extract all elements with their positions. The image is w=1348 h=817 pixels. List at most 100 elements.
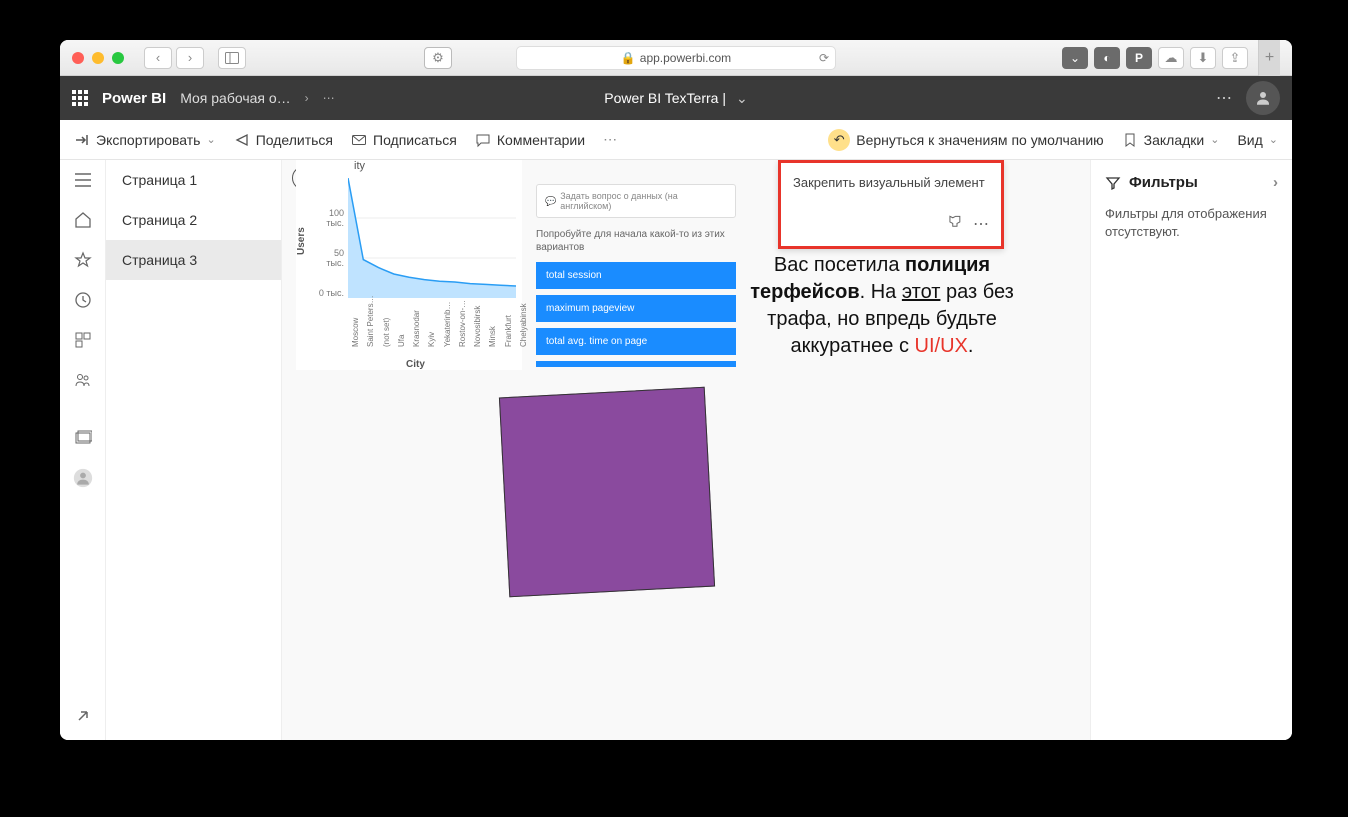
ytick-1: 50 тыс.	[314, 248, 344, 268]
maximize-window-button[interactable]	[112, 52, 124, 64]
xtick: Moscow	[351, 318, 360, 347]
extension-button-2[interactable]: ◐	[1094, 47, 1120, 69]
chevron-down-icon: ⌄	[1210, 133, 1219, 146]
qna-suggestion-more[interactable]	[536, 361, 736, 367]
hamburger-menu-button[interactable]	[73, 170, 93, 190]
filter-icon	[1105, 175, 1121, 191]
xtick: Saint Peters…	[366, 295, 375, 347]
qna-try-label: Попробуйте для начала какой-то из этих в…	[536, 228, 736, 254]
close-window-button[interactable]	[72, 52, 84, 64]
ytick-2: 100 тыс.	[314, 208, 344, 228]
app-launcher-button[interactable]	[72, 90, 88, 106]
pocket-icon: ⌄	[1070, 51, 1080, 65]
minimize-window-button[interactable]	[92, 52, 104, 64]
xtick: Frankfurt	[504, 315, 513, 347]
nav-back-button[interactable]: ‹	[144, 47, 172, 69]
qna-suggestion-2[interactable]: maximum pageview	[536, 295, 736, 322]
xtick: Minsk	[488, 326, 497, 347]
xtick: (not set)	[382, 318, 391, 347]
header-more-icon[interactable]: ⋯	[1216, 88, 1232, 108]
report-title: Power BI TexTerra |	[604, 90, 726, 106]
toolbar-more-icon[interactable]: ⋯	[603, 131, 617, 148]
url-host: app.powerbi.com	[640, 51, 731, 65]
filters-pane: Фильтры › Фильтры для отображения отсутс…	[1090, 160, 1292, 740]
reset-to-default-button[interactable]: ↶ Вернуться к значениям по умолчанию	[828, 129, 1103, 151]
subscribe-button[interactable]: Подписаться	[351, 132, 457, 148]
cloud-icon: ☁︎	[1165, 50, 1178, 66]
pinterest-icon: P	[1135, 51, 1143, 65]
home-nav-button[interactable]	[73, 210, 93, 230]
share-icon: ⇪	[1230, 50, 1241, 66]
settings-gear-button[interactable]: ⚙︎	[424, 47, 452, 69]
page-tab-1[interactable]: Страница 1	[106, 160, 281, 200]
report-dropdown-icon[interactable]: ⌄	[736, 90, 748, 107]
browser-titlebar: ‹ › ⚙︎ 🔒 app.powerbi.com ⟳ ⌄ ◐ P ☁︎ ⬇︎ ⇪…	[60, 40, 1292, 76]
qna-visual[interactable]: 💬 Задать вопрос о данных (на английском)…	[536, 184, 736, 373]
page-list: Страница 1 Страница 2 Страница 3	[106, 160, 282, 740]
bookmarks-button[interactable]: Закладки ⌄	[1122, 132, 1220, 148]
bookmark-icon	[1122, 132, 1138, 148]
xtick: Novosibirsk	[473, 306, 482, 347]
pin-tooltip-title: Закрепить визуальный элемент	[793, 175, 989, 190]
workspaces-nav-button[interactable]	[73, 428, 93, 448]
brand-label: Power BI	[102, 90, 166, 107]
chart-title: ity	[354, 160, 365, 172]
shared-nav-button[interactable]	[73, 370, 93, 390]
share-report-button[interactable]: Поделиться	[234, 132, 333, 148]
collapse-filters-icon[interactable]: ›	[1273, 174, 1278, 191]
filters-empty-message: Фильтры для отображения отсутствуют.	[1105, 205, 1278, 241]
chevron-down-icon: ⌄	[1269, 133, 1278, 146]
undo-icon: ↶	[828, 129, 850, 151]
reload-icon[interactable]: ⟳	[819, 51, 829, 65]
qna-suggestion-1[interactable]: total session	[536, 262, 736, 289]
page-tab-3[interactable]: Страница 3	[106, 240, 281, 280]
pinterest-extension-button[interactable]: P	[1126, 47, 1152, 69]
page-tab-2[interactable]: Страница 2	[106, 200, 281, 240]
apps-nav-button[interactable]	[73, 330, 93, 350]
icloud-button[interactable]: ☁︎	[1158, 47, 1184, 69]
workspace-breadcrumb[interactable]: Моя рабочая о…	[180, 90, 290, 106]
pin-more-icon[interactable]: ⋯	[973, 214, 989, 234]
pin-icon[interactable]	[949, 214, 965, 234]
share-button[interactable]: ⇪	[1222, 47, 1248, 69]
purple-shape-visual[interactable]	[499, 387, 715, 598]
report-canvas: ← ity Users City 0 тыс. 50 тыс. 100 тыс.…	[282, 160, 1090, 740]
xtick: Ufa	[397, 335, 406, 347]
downloads-button[interactable]: ⬇︎	[1190, 47, 1216, 69]
xtick: Chelyabinsk	[519, 303, 528, 347]
person-icon	[1254, 89, 1272, 107]
mail-icon	[351, 132, 367, 148]
more-breadcrumb-icon[interactable]: ⋯	[323, 91, 335, 105]
xtick: Krasnodar	[412, 310, 421, 347]
pocket-extension-button[interactable]: ⌄	[1062, 47, 1088, 69]
chart-ylabel: Users	[296, 227, 307, 255]
new-tab-button[interactable]: +	[1258, 40, 1280, 76]
xtick: Yekaterinb…	[443, 301, 452, 347]
xtick: Rostov-on-…	[458, 300, 467, 347]
favorites-nav-button[interactable]	[73, 250, 93, 270]
app-header: Power BI Моя рабочая о… › ⋯ Power BI Tex…	[60, 76, 1292, 120]
view-button[interactable]: Вид ⌄	[1237, 132, 1278, 148]
export-icon	[74, 132, 90, 148]
profile-nav-button[interactable]	[73, 468, 93, 488]
comment-icon: 💬	[545, 196, 556, 207]
nav-forward-button[interactable]: ›	[176, 47, 204, 69]
address-bar[interactable]: 🔒 app.powerbi.com ⟳	[516, 46, 836, 70]
nav-rail	[60, 160, 106, 740]
users-by-city-chart[interactable]: ity Users City 0 тыс. 50 тыс. 100 тыс. M…	[296, 160, 522, 370]
expand-nav-button[interactable]	[73, 706, 93, 726]
qna-input[interactable]: 💬 Задать вопрос о данных (на английском)	[536, 184, 736, 218]
pin-visual-tooltip: Закрепить визуальный элемент ⋯	[778, 160, 1004, 249]
ytick-0: 0 тыс.	[314, 288, 344, 298]
xtick: Kyiv	[427, 332, 436, 347]
window-controls	[72, 52, 124, 64]
export-button[interactable]: Экспортировать ⌄	[74, 132, 216, 148]
recent-nav-button[interactable]	[73, 290, 93, 310]
comment-icon	[475, 132, 491, 148]
swirl-icon: ◐	[1103, 51, 1110, 65]
lock-icon: 🔒	[621, 51, 636, 65]
comments-button[interactable]: Комментарии	[475, 132, 585, 148]
sidebar-toggle-button[interactable]	[218, 47, 246, 69]
user-avatar[interactable]	[1246, 81, 1280, 115]
qna-suggestion-3[interactable]: total avg. time on page	[536, 328, 736, 355]
